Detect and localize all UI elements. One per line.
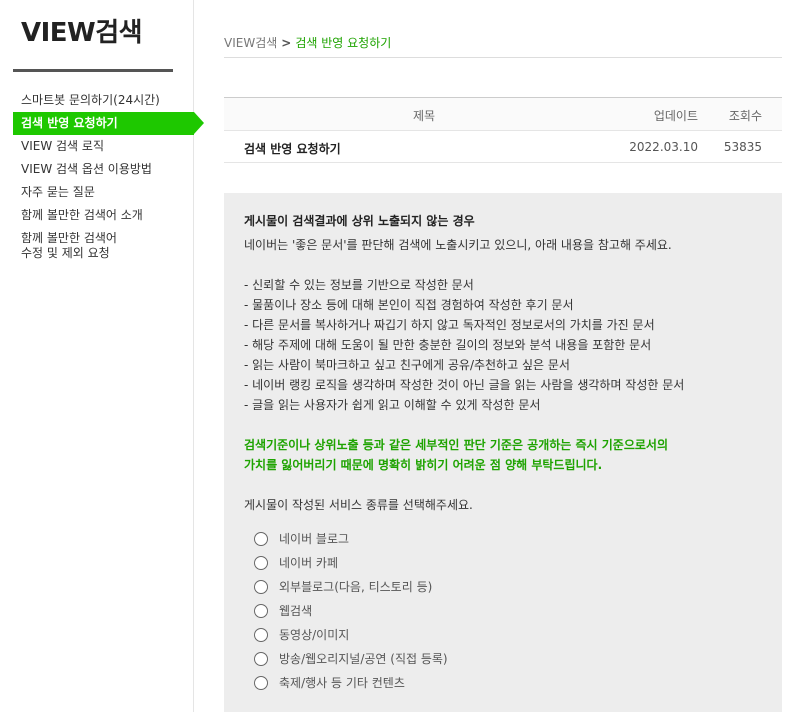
option-label: 동영상/이미지 bbox=[279, 628, 350, 642]
row-date: 2022.03.10 bbox=[629, 140, 698, 154]
sidebar: VIEW검색 스마트봇 문의하기(24시간) 검색 반영 요청하기 VIEW 검… bbox=[0, 0, 204, 712]
criteria-list: - 신뢰할 수 있는 정보를 기반으로 작성한 문서 - 물품이나 장소 등에 … bbox=[244, 275, 762, 415]
table-header: 제목 업데이트 조회수 bbox=[224, 98, 782, 131]
sidebar-item-label: 함께 볼만한 검색어 수정 및 제외 요청 bbox=[21, 231, 117, 260]
breadcrumb: VIEW검색 > 검색 반영 요청하기 bbox=[224, 34, 391, 51]
radio-button[interactable] bbox=[254, 580, 268, 594]
list-item: - 해당 주제에 대해 도움이 될 만한 충분한 길이의 정보와 분석 내용을 … bbox=[244, 338, 652, 352]
radio-button[interactable] bbox=[254, 676, 268, 690]
panel-intro: 네이버는 '좋은 문서'를 판단해 검색에 노출시키고 있으니, 아래 내용을 … bbox=[244, 238, 672, 252]
option-label: 외부블로그(다음, 티스토리 등) bbox=[279, 580, 433, 594]
option-naver-blog[interactable]: 네이버 블로그 bbox=[254, 527, 762, 551]
notice-line: 가치를 잃어버리기 때문에 명확히 밝히기 어려운 점 양해 부탁드립니다. bbox=[244, 458, 603, 472]
list-item: - 신뢰할 수 있는 정보를 기반으로 작성한 문서 bbox=[244, 278, 474, 292]
radio-button[interactable] bbox=[254, 532, 268, 546]
row-views: 53835 bbox=[723, 140, 762, 154]
notice-line: 검색기준이나 상위노출 등과 같은 세부적인 판단 기준은 공개하는 즉시 기준… bbox=[244, 438, 669, 452]
header-views: 조회수 bbox=[728, 109, 762, 123]
guide-panel: 게시물이 검색결과에 상위 노출되지 않는 경우 네이버는 '좋은 문서'를 판… bbox=[224, 193, 782, 712]
option-video-image[interactable]: 동영상/이미지 bbox=[254, 623, 762, 647]
sidebar-item-smartbot[interactable]: 스마트봇 문의하기(24시간) bbox=[13, 89, 207, 112]
panel-heading: 게시물이 검색결과에 상위 노출되지 않는 경우 bbox=[244, 214, 475, 228]
row-title: 검색 반영 요청하기 bbox=[244, 142, 341, 156]
service-options: 네이버 블로그 네이버 카페 외부블로그(다음, 티스토리 등) 웹검색 동영상… bbox=[254, 527, 762, 695]
sidebar-item-related-keywords-edit[interactable]: 함께 볼만한 검색어 수정 및 제외 요청 bbox=[13, 227, 207, 265]
sidebar-nav: 스마트봇 문의하기(24시간) 검색 반영 요청하기 VIEW 검색 로직 VI… bbox=[13, 89, 207, 265]
service-prompt: 게시물이 작성된 서비스 종류를 선택해주세요. bbox=[244, 498, 473, 512]
option-external-blog[interactable]: 외부블로그(다음, 티스토리 등) bbox=[254, 575, 762, 599]
option-label: 방송/웹오리지널/공연 (직접 등록) bbox=[279, 652, 448, 666]
sidebar-item-view-options[interactable]: VIEW 검색 옵션 이용방법 bbox=[13, 158, 207, 181]
list-item: - 읽는 사람이 북마크하고 싶고 친구에게 공유/추천하고 싶은 문서 bbox=[244, 358, 570, 372]
brand-divider bbox=[13, 69, 173, 72]
radio-button[interactable] bbox=[254, 628, 268, 642]
option-label: 웹검색 bbox=[279, 604, 313, 618]
option-broadcast[interactable]: 방송/웹오리지널/공연 (직접 등록) bbox=[254, 647, 762, 671]
list-item: - 글을 읽는 사용자가 쉽게 읽고 이해할 수 있게 작성한 문서 bbox=[244, 398, 541, 412]
article-table: 제목 업데이트 조회수 검색 반영 요청하기 2022.03.10 53835 bbox=[224, 97, 782, 163]
header-title: 제목 bbox=[412, 109, 436, 123]
option-naver-cafe[interactable]: 네이버 카페 bbox=[254, 551, 762, 575]
list-item: - 네이버 랭킹 로직을 생각하며 작성한 것이 아닌 글을 읽는 사람을 생각… bbox=[244, 378, 685, 392]
radio-button[interactable] bbox=[254, 652, 268, 666]
table-row: 검색 반영 요청하기 2022.03.10 53835 bbox=[224, 131, 782, 163]
option-label: 축제/행사 등 기타 컨텐츠 bbox=[279, 676, 405, 690]
breadcrumb-current: 검색 반영 요청하기 bbox=[295, 36, 392, 50]
option-web-search[interactable]: 웹검색 bbox=[254, 599, 762, 623]
list-item: - 물품이나 장소 등에 대해 본인이 직접 경험하여 작성한 후기 문서 bbox=[244, 298, 574, 312]
breadcrumb-root[interactable]: VIEW검색 bbox=[224, 36, 277, 50]
option-label: 네이버 카페 bbox=[279, 556, 339, 570]
breadcrumb-separator: > bbox=[281, 36, 292, 50]
sidebar-item-search-request[interactable]: 검색 반영 요청하기 bbox=[13, 112, 204, 135]
sidebar-item-view-logic[interactable]: VIEW 검색 로직 bbox=[13, 135, 207, 158]
breadcrumb-divider bbox=[224, 57, 782, 58]
radio-button[interactable] bbox=[254, 556, 268, 570]
brand-title[interactable]: VIEW검색 bbox=[21, 12, 143, 49]
option-festival[interactable]: 축제/행사 등 기타 컨텐츠 bbox=[254, 671, 762, 695]
sidebar-item-faq[interactable]: 자주 묻는 질문 bbox=[13, 181, 207, 204]
option-label: 네이버 블로그 bbox=[279, 532, 350, 546]
radio-button[interactable] bbox=[254, 604, 268, 618]
list-item: - 다른 문서를 복사하거나 짜깁기 하지 않고 독자적인 정보로서의 가치를 … bbox=[244, 318, 655, 332]
notice-text: 검색기준이나 상위노출 등과 같은 세부적인 판단 기준은 공개하는 즉시 기준… bbox=[244, 435, 762, 475]
header-date: 업데이트 bbox=[653, 109, 698, 123]
sidebar-item-related-keywords[interactable]: 함께 볼만한 검색어 소개 bbox=[13, 204, 207, 227]
